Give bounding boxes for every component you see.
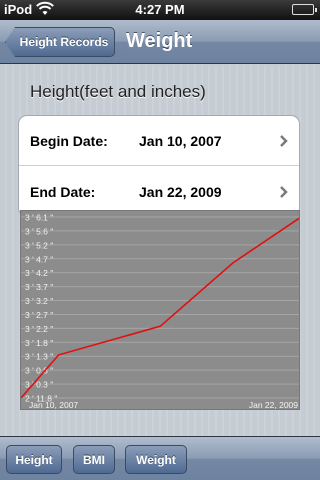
y-tick-label: 3 ' 1.3 " [25,352,53,362]
chart-canvas: 3 ' 6.1 " 3 ' 5.6 " 3 ' 5.2 " 3 ' 4.7 " 3 ' … [21,213,299,410]
bottom-toolbar: Height BMI Weight [0,436,320,480]
page-title: Weight [126,30,193,52]
navigation-bar: Height Records Weight [0,20,320,64]
y-tick-label: 3 ' 2.2 " [25,324,53,334]
y-tick-label: 3 ' 1.8 " [25,338,53,348]
status-bar: iPod 4:27 PM [0,0,320,20]
bmi-button[interactable]: BMI [73,445,115,474]
section-header: Height(feet and inches) [30,82,206,101]
date-range-group: Begin Date: Jan 10, 2007 End Date: Jan 2… [18,115,300,217]
y-tick-label: 3 ' 3.2 " [25,296,53,306]
y-tick-label: 3 ' 6.1 " [25,213,53,223]
y-tick-label: 3 ' 4.2 " [25,268,53,278]
clock: 4:27 PM [135,2,185,17]
chevron-right-icon [277,182,291,202]
begin-date-row[interactable]: Begin Date: Jan 10, 2007 [19,116,299,166]
back-button[interactable]: Height Records [5,27,115,57]
weight-button[interactable]: Weight [125,445,187,474]
battery-icon [292,4,317,15]
y-tick-label: 3 ' 2.7 " [25,310,53,320]
end-date-value: Jan 22, 2009 [139,184,222,200]
begin-date-label: Begin Date: [30,132,108,149]
y-tick-label: 3 ' 5.6 " [25,226,53,236]
height-chart: 3 ' 6.1 " 3 ' 5.6 " 3 ' 5.2 " 3 ' 4.7 " 3 ' … [20,210,300,410]
x-tick-label: Jan 22, 2009 [249,400,298,410]
begin-date-value: Jan 10, 2007 [139,132,222,149]
end-date-label: End Date: [30,184,96,200]
chevron-right-icon [277,131,291,151]
y-tick-label: 3 ' 4.7 " [25,254,53,264]
y-tick-label: 3 ' 3.7 " [25,282,53,292]
y-tick-label: 3 ' 5.2 " [25,240,53,250]
x-tick-label: Jan 10, 2007 [29,400,78,410]
series-line [21,217,299,399]
content-area: Height(feet and inches) Begin Date: Jan … [0,65,320,437]
height-button[interactable]: Height [6,445,62,474]
